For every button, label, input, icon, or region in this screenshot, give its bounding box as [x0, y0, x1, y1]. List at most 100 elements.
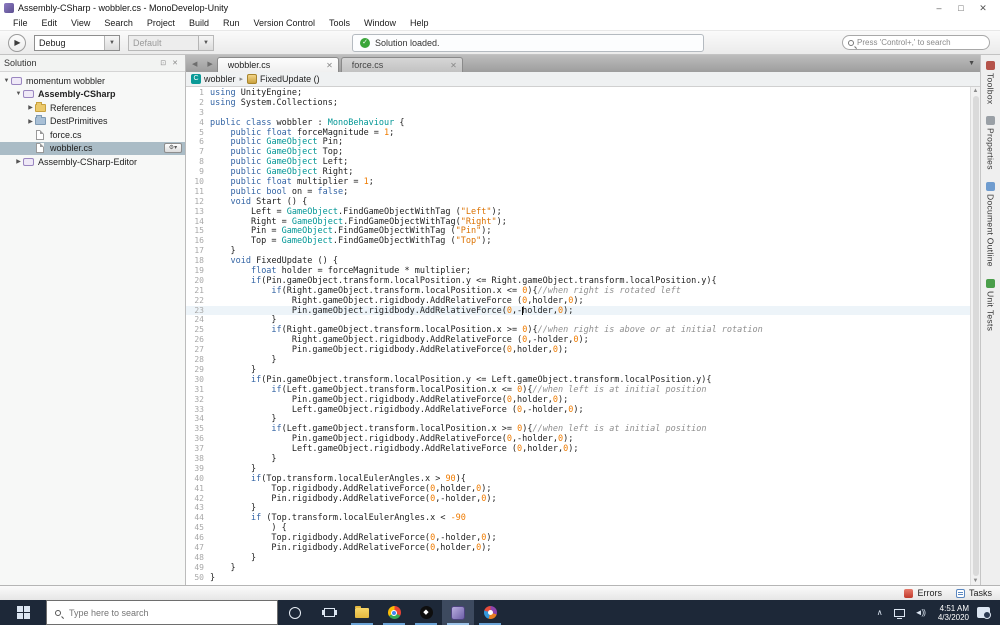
menu-item-window[interactable]: Window — [357, 18, 403, 28]
code-line[interactable]: 37 Left.gameObject.rigidbody.AddRelative… — [186, 444, 970, 454]
code-line[interactable]: 29 } — [186, 365, 970, 375]
code-line[interactable]: 30 if(Pin.gameObject.transform.localPosi… — [186, 375, 970, 385]
expander-icon[interactable]: ▶ — [26, 118, 35, 125]
tree-item-assembly-csharp-editor[interactable]: ▶ Assembly-CSharp-Editor — [0, 155, 185, 169]
code-line[interactable]: 46 Top.rigidbody.AddRelativeForce(0,-hol… — [186, 533, 970, 543]
code-line[interactable]: 18 void FixedUpdate () { — [186, 256, 970, 266]
code-line[interactable]: 38 } — [186, 454, 970, 464]
tab-overflow-icon[interactable]: ▼ — [968, 60, 980, 72]
taskbar-search-box[interactable] — [46, 600, 278, 625]
cortana-button[interactable] — [278, 600, 312, 625]
code-line[interactable]: 26 Right.gameObject.rigidbody.AddRelativ… — [186, 335, 970, 345]
dock-tab-toolbox[interactable]: Toolbox — [986, 61, 996, 104]
menu-item-help[interactable]: Help — [403, 18, 436, 28]
code-line[interactable]: 9 public GameObject Right; — [186, 167, 970, 177]
editor-scrollbar[interactable]: ▲ ▼ — [970, 87, 980, 585]
expander-icon[interactable]: ▶ — [14, 158, 23, 165]
file-explorer-taskbar-button[interactable] — [346, 600, 378, 625]
tab-nav-left-icon[interactable]: ◀ — [186, 60, 201, 72]
code-line[interactable]: 10 public float multiplier = 1; — [186, 177, 970, 187]
menu-item-view[interactable]: View — [64, 18, 97, 28]
tab-close-icon[interactable]: ✕ — [322, 61, 333, 70]
code-line[interactable]: 36 Pin.gameObject.rigidbody.AddRelativeF… — [186, 434, 970, 444]
menu-item-search[interactable]: Search — [97, 18, 140, 28]
code-line[interactable]: 34 } — [186, 414, 970, 424]
tree-item-references[interactable]: ▶ References — [0, 101, 185, 115]
notification-center-icon[interactable] — [977, 607, 991, 619]
code-text-area[interactable]: 1 using UnityEngine; 2 using System.Collect… — [186, 87, 970, 585]
gear-icon[interactable]: ⚙▾ — [164, 143, 182, 153]
code-line[interactable]: 7 public GameObject Top; — [186, 147, 970, 157]
code-line[interactable]: 35 if(Left.gameObject.transform.localPos… — [186, 424, 970, 434]
paint-3d-taskbar-button[interactable] — [474, 600, 506, 625]
code-line[interactable]: 17 } — [186, 246, 970, 256]
tree-item-wobbler-cs[interactable]: wobbler.cs ⚙▾ — [0, 141, 185, 155]
tree-item-momentum-wobbler[interactable]: ▼ momentum wobbler — [0, 74, 185, 88]
menu-item-version-control[interactable]: Version Control — [246, 18, 322, 28]
dock-tab-document-outline[interactable]: Document Outline — [986, 182, 996, 267]
code-line[interactable]: 20 if(Pin.gameObject.transform.localPosi… — [186, 276, 970, 286]
code-line[interactable]: 11 public bool on = false; — [186, 187, 970, 197]
expander-icon[interactable]: ▶ — [26, 104, 35, 111]
close-panel-icon[interactable]: ✕ — [169, 59, 181, 67]
task-view-button[interactable] — [312, 600, 346, 625]
code-line[interactable]: 43 } — [186, 503, 970, 513]
menu-item-run[interactable]: Run — [216, 18, 247, 28]
menu-item-build[interactable]: Build — [182, 18, 216, 28]
tab-wobbler-cs[interactable]: wobbler.cs ✕ — [216, 57, 339, 72]
code-line[interactable]: 28 } — [186, 355, 970, 365]
maximize-button[interactable]: □ — [950, 3, 972, 13]
minimize-button[interactable]: – — [928, 3, 950, 13]
code-line[interactable]: 48 } — [186, 553, 970, 563]
code-line[interactable]: 32 Pin.gameObject.rigidbody.AddRelativeF… — [186, 395, 970, 405]
build-configuration-dropdown[interactable]: Default ▼ — [128, 34, 214, 51]
expander-icon[interactable]: ▼ — [2, 78, 11, 84]
global-search-input[interactable] — [857, 38, 989, 47]
tab-force-cs[interactable]: force.cs ✕ — [340, 57, 463, 72]
tree-item-force-cs[interactable]: force.cs — [0, 128, 185, 142]
tasks-button[interactable]: Tasks — [955, 588, 992, 598]
tab-nav-right-icon[interactable]: ▶ — [201, 60, 216, 72]
network-icon[interactable] — [893, 608, 905, 619]
menu-item-edit[interactable]: Edit — [35, 18, 65, 28]
code-line[interactable]: 21 if(Right.gameObject.transform.localPo… — [186, 286, 970, 296]
run-configuration-dropdown[interactable]: Debug ▼ — [34, 34, 120, 51]
dock-tab-properties[interactable]: Properties — [986, 116, 996, 170]
breadcrumb-item[interactable]: FixedUpdate () — [260, 74, 320, 84]
volume-icon[interactable]: ◄)) — [915, 608, 926, 617]
tree-item-assembly-csharp[interactable]: ▼ Assembly-CSharp — [0, 88, 185, 102]
code-line[interactable]: 2 using System.Collections; — [186, 98, 970, 108]
monodevelop-taskbar-button[interactable] — [442, 600, 474, 625]
code-line[interactable]: 49 } — [186, 563, 970, 573]
code-line[interactable]: 13 Left = GameObject.FindGameObjectWithT… — [186, 207, 970, 217]
code-line[interactable]: 42 Pin.rigidbody.AddRelativeForce(0,-hol… — [186, 494, 970, 504]
code-line[interactable]: 47 Pin.rigidbody.AddRelativeForce(0,hold… — [186, 543, 970, 553]
code-line[interactable]: 14 Right = GameObject.FindGameObjectWith… — [186, 217, 970, 227]
breadcrumb-item[interactable]: wobbler — [204, 74, 236, 84]
auto-hide-icon[interactable]: ⊡ — [157, 59, 169, 67]
scrollbar-thumb[interactable] — [972, 96, 979, 576]
menu-item-tools[interactable]: Tools — [322, 18, 357, 28]
code-line[interactable]: 44 if (Top.transform.localEulerAngles.x … — [186, 513, 970, 523]
close-button[interactable]: ✕ — [972, 3, 994, 14]
code-line[interactable]: 6 public GameObject Pin; — [186, 137, 970, 147]
scroll-up-icon[interactable]: ▲ — [973, 88, 979, 94]
code-line[interactable]: 50} — [186, 573, 970, 583]
errors-button[interactable]: Errors — [904, 588, 942, 598]
run-button[interactable]: ▶ — [8, 33, 26, 52]
code-line[interactable]: 45 ) { — [186, 523, 970, 533]
start-button[interactable] — [0, 600, 46, 625]
code-line[interactable]: 31 if(Left.gameObject.transform.localPos… — [186, 385, 970, 395]
code-line[interactable]: 24 } — [186, 315, 970, 325]
expander-icon[interactable]: ▼ — [14, 91, 23, 97]
code-line[interactable]: 41 Top.rigidbody.AddRelativeForce(0,hold… — [186, 484, 970, 494]
code-line[interactable]: 3 — [186, 108, 970, 118]
taskbar-search-input[interactable] — [64, 607, 277, 618]
chrome-taskbar-button[interactable] — [378, 600, 410, 625]
tray-chevron-up-icon[interactable]: ∧ — [871, 608, 889, 617]
code-line[interactable]: 1 using UnityEngine; — [186, 88, 970, 98]
code-line[interactable]: 12 void Start () { — [186, 197, 970, 207]
code-line[interactable]: 39 } — [186, 464, 970, 474]
tab-close-icon[interactable]: ✕ — [446, 61, 457, 70]
code-line[interactable]: 5 public float forceMagnitude = 1; — [186, 128, 970, 138]
